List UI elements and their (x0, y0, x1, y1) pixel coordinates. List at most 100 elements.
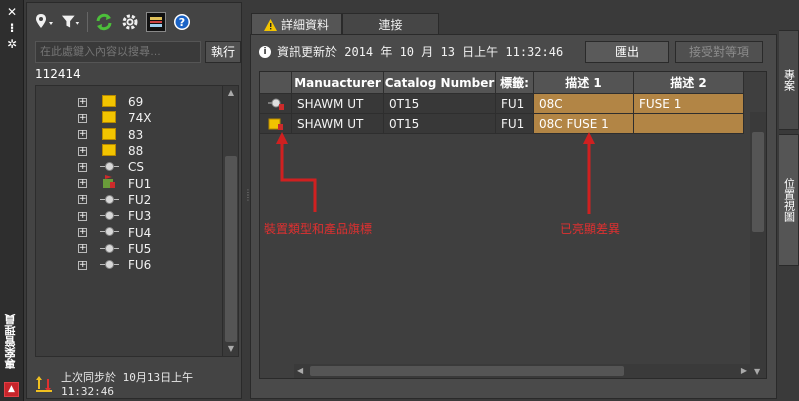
info-bar: i 資訊更新於 2014 年 10 月 13 日上午 11:32:46 (259, 43, 563, 60)
location-pin-icon[interactable] (35, 12, 55, 32)
expand-icon[interactable]: + (78, 130, 87, 140)
tree-item[interactable]: + FU6 (36, 257, 221, 273)
palette-strip: ✕ ⁝ ✲ 專案管理員 ▲ (0, 0, 24, 401)
sync-status-text: 上次同步於 10月13日上午 11:32:46 (61, 371, 194, 398)
tree-item-label: CS (128, 160, 144, 175)
export-button[interactable]: 匯出 (585, 41, 669, 63)
tree-item[interactable]: + FU4 (36, 224, 221, 240)
tree-item-label: FU4 (128, 225, 152, 240)
box-icon (102, 127, 116, 140)
scrollbar-thumb[interactable] (225, 156, 237, 342)
details-panel: i 資訊更新於 2014 年 10 月 13 日上午 11:32:46 匯出 接… (250, 34, 777, 399)
expand-icon[interactable]: + (78, 97, 87, 107)
expand-icon[interactable]: + (78, 260, 87, 270)
tab-location-view[interactable]: 位置視圖 (779, 134, 799, 266)
scroll-down-icon[interactable]: ▼ (226, 344, 236, 354)
device-flag-annotation: 裝置類型和產品旗標 (264, 222, 373, 236)
project-tree: + 69 + 74X + 83 + 88 + CS + FU1 + FU2 + … (35, 85, 239, 357)
tree-item[interactable]: + FU2 (36, 192, 221, 208)
device-node-icon (105, 162, 114, 172)
tree-item[interactable]: + CS (36, 159, 221, 175)
tree-item[interactable]: + FU3 (36, 208, 221, 224)
scrollbar-thumb[interactable] (310, 366, 624, 376)
project-manager-window: ✕ ⁝ ✲ 專案管理員 ▲ ? 在此處鍵入內容以搜尋… 執行 112414 + … (0, 0, 799, 401)
info-icon: i (259, 45, 271, 58)
expand-icon[interactable]: + (78, 211, 87, 221)
filter-icon[interactable] (61, 12, 81, 32)
tree-scrollbar[interactable]: ▲ ▼ (222, 86, 238, 356)
expand-icon[interactable]: + (78, 228, 87, 238)
device-node-icon (105, 243, 114, 253)
sync-icon[interactable] (35, 375, 53, 393)
tree-item-label: FU6 (128, 258, 152, 273)
highlight-diff-annotation: 已亮顯差異 (560, 222, 621, 236)
details-grid: Manuacturer Catalog Number 標籤: 描述 1 描述 2… (259, 71, 767, 379)
device-node-icon (105, 194, 114, 204)
app-logo-icon[interactable]: ▲ (4, 382, 19, 397)
tree-item-label: 83 (128, 127, 144, 142)
tree-root-label[interactable]: 112414 (35, 67, 81, 81)
toolbar-divider (87, 12, 88, 32)
tree-item-label: FU2 (128, 192, 152, 207)
expand-icon[interactable]: + (78, 179, 87, 189)
expand-icon[interactable]: + (78, 113, 87, 123)
tree-item-label: 69 (128, 95, 144, 110)
accept-equivalents-button[interactable]: 接受對等項 (675, 41, 763, 63)
tree-list: + 69 + 74X + 83 + 88 + CS + FU1 + FU2 + … (36, 94, 221, 273)
box-icon (102, 111, 116, 124)
help-icon[interactable]: ? (172, 12, 192, 32)
scroll-up-icon[interactable]: ▲ (226, 88, 236, 98)
tab-links-label: 連接 (378, 18, 403, 32)
tree-item-label: FU1 (128, 176, 152, 191)
info-text: 資訊更新於 2014 年 10 月 13 日上午 11:32:46 (277, 45, 564, 59)
tab-links[interactable]: 連接 (342, 13, 440, 35)
refresh-icon[interactable] (94, 12, 114, 32)
box-icon (102, 95, 116, 107)
tree-item-label: 74X (128, 111, 152, 126)
expand-icon[interactable]: + (78, 244, 87, 254)
tree-item[interactable]: + FU1 (36, 175, 221, 191)
tree-item[interactable]: + 83 (36, 127, 221, 143)
tree-item-label: FU3 (128, 209, 152, 224)
tree-item[interactable]: + 74X (36, 110, 221, 126)
execute-button[interactable]: 執行 (205, 41, 241, 63)
scroll-down-icon[interactable]: ▼ (754, 367, 760, 376)
image-view-icon[interactable] (146, 12, 166, 32)
pin-icon[interactable]: ⁝ (6, 22, 18, 34)
search-input[interactable] (35, 41, 201, 63)
svg-text:?: ? (179, 16, 185, 29)
device-node-icon (105, 227, 114, 237)
annotation-arrows (276, 132, 595, 214)
scroll-right-icon[interactable]: ▶ (741, 366, 747, 375)
tab-details[interactable]: 詳細資料 (251, 13, 343, 35)
scroll-left-icon[interactable]: ◀ (297, 366, 303, 375)
project-tree-panel: ? 執行 112414 + 69 + 74X + (26, 2, 242, 399)
tree-item[interactable]: + 69 (36, 94, 221, 110)
device-node-icon (105, 211, 114, 221)
flag-annotation-arrowhead (276, 132, 288, 144)
device-node-icon (105, 259, 114, 269)
flagged-device-icon (102, 175, 116, 189)
tree-item[interactable]: + FU5 (36, 241, 221, 257)
tree-item[interactable]: + 88 (36, 143, 221, 159)
tab-details-label: 詳細資料 (281, 18, 330, 32)
expand-icon[interactable]: + (78, 195, 87, 205)
diff-annotation-arrowhead (583, 132, 595, 144)
panel-splitter[interactable]: ⋮ ⋮ (244, 189, 252, 210)
tree-toolbar: ? (35, 11, 192, 33)
tree-item-label: FU5 (128, 241, 152, 256)
settings-icon[interactable]: ✲ (6, 38, 18, 50)
grid-horizontal-scrollbar[interactable]: ◀ ▶ (294, 364, 750, 378)
gear-icon[interactable] (120, 12, 140, 32)
box-icon (102, 143, 116, 156)
palette-title: 專案管理員 (4, 314, 17, 370)
flag-annotation-arrow (280, 136, 317, 212)
tab-project[interactable]: 專案 (779, 30, 799, 130)
tree-item-label: 88 (128, 144, 144, 159)
expand-icon[interactable]: + (78, 162, 87, 172)
sync-status: 上次同步於 10月13日上午 11:32:46 (35, 369, 241, 398)
close-icon[interactable]: ✕ (6, 6, 18, 18)
expand-icon[interactable]: + (78, 146, 87, 156)
detail-tabs: 詳細資料 連接 (251, 13, 440, 35)
warning-icon (264, 18, 277, 31)
